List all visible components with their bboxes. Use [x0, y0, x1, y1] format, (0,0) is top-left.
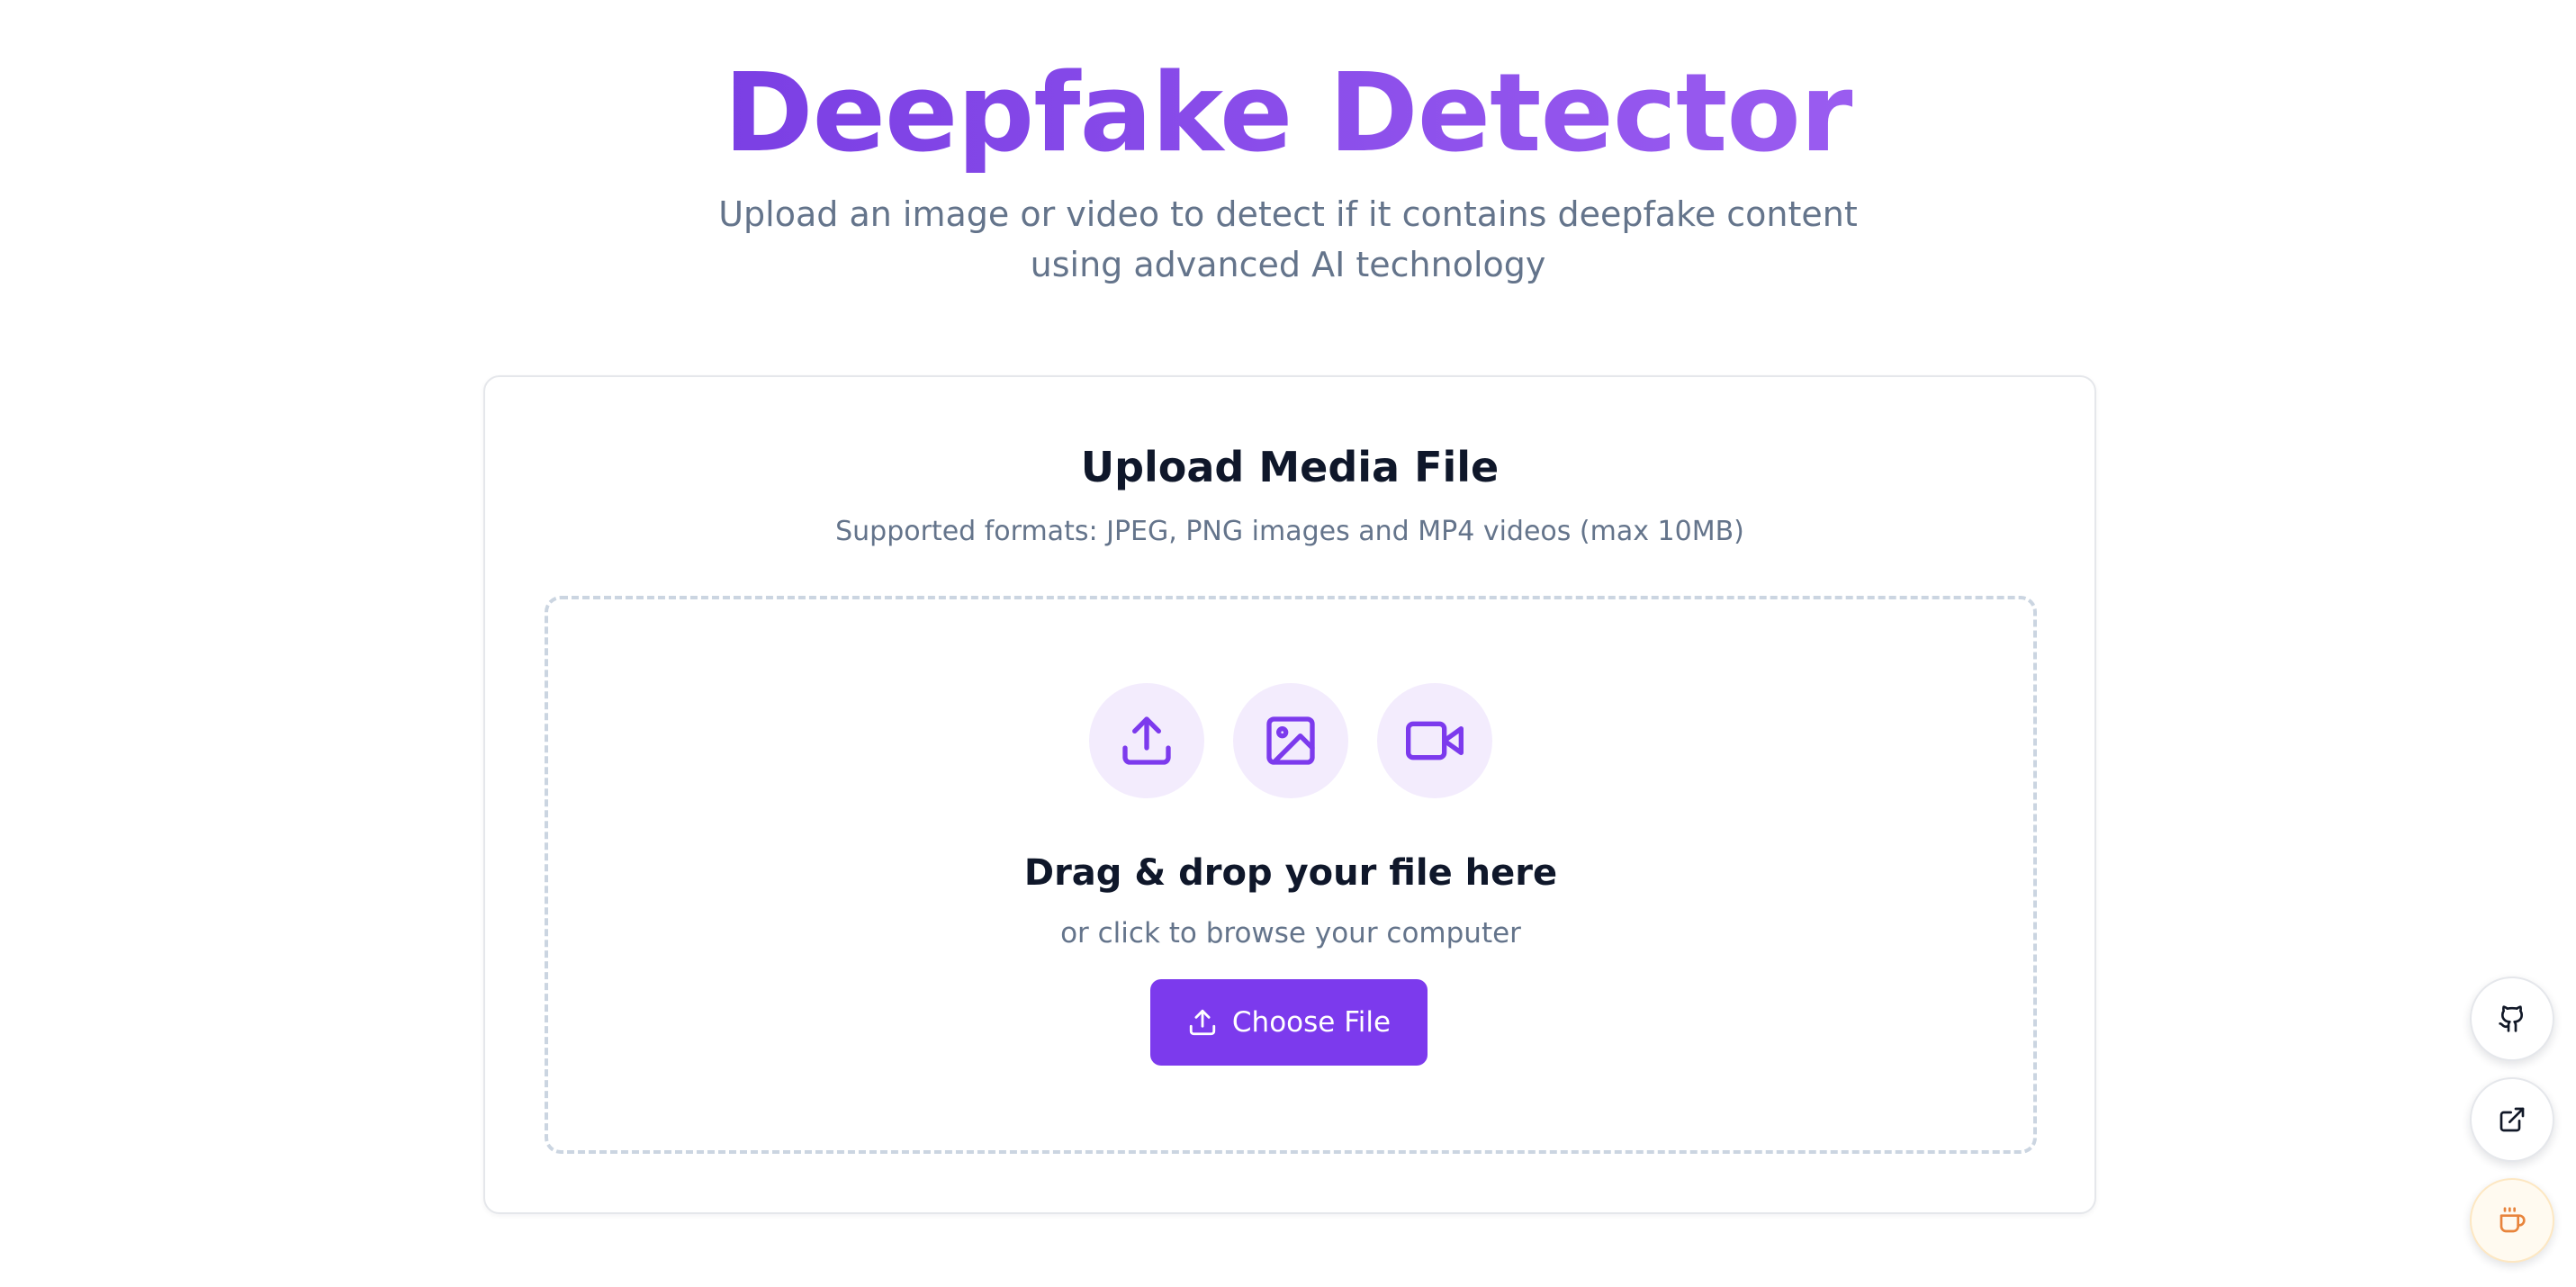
upload-icon-circle: [1089, 683, 1204, 798]
external-link-button[interactable]: [2470, 1077, 2554, 1162]
buy-me-coffee-button[interactable]: [2470, 1178, 2554, 1263]
upload-icon: [1189, 1009, 1216, 1036]
upload-icon: [1122, 716, 1171, 765]
choose-file-button-label: Choose File: [1231, 1006, 1392, 1039]
media-icon-row: [548, 683, 2033, 798]
video-icon: [1406, 721, 1464, 760]
external-link-icon: [2499, 1107, 2525, 1132]
file-dropzone[interactable]: Drag & drop your file here or click to b…: [545, 596, 2037, 1154]
dropzone-title: Drag & drop your file here: [1023, 852, 1558, 894]
choose-file-button[interactable]: Choose File: [1150, 979, 1428, 1066]
upload-card-title: Upload Media File: [1080, 443, 1500, 491]
upload-card: Upload Media File Supported formats: JPE…: [483, 375, 2096, 1214]
dropzone-subtitle: or click to browse your computer: [1060, 917, 1521, 950]
supported-formats-text: Supported formats: JPEG, PNG images and …: [835, 516, 1744, 547]
page-title-text: Deepfake Detector: [723, 51, 1853, 176]
github-button[interactable]: [2470, 976, 2554, 1061]
coffee-icon: [2499, 1207, 2526, 1233]
page: Deepfake Detector Upload an image or vid…: [0, 0, 2576, 1287]
page-title: Deepfake Detector: [0, 47, 2576, 182]
video-icon-circle: [1377, 683, 1492, 798]
github-icon: [2499, 1005, 2524, 1032]
page-subtitle: Upload an image or video to detect if it…: [718, 194, 1858, 284]
image-icon-circle: [1233, 683, 1348, 798]
image-icon: [1266, 716, 1315, 765]
